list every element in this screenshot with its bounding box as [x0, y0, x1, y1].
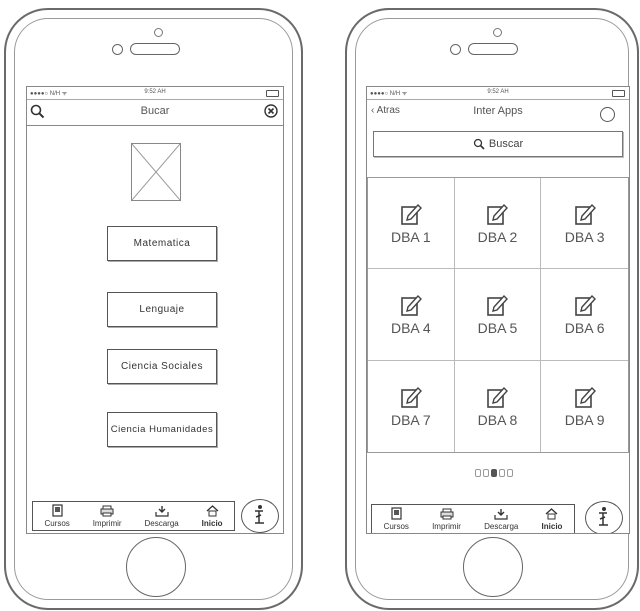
edit-document-icon	[401, 203, 422, 225]
sensor	[493, 28, 502, 37]
home-hardware-button[interactable]	[463, 537, 523, 597]
tab-label: Inicio	[541, 522, 563, 531]
grid-item-label: DBA 9	[564, 411, 605, 428]
tab-label: Descarga	[484, 522, 519, 531]
page-dot	[483, 469, 489, 477]
camera	[112, 44, 123, 55]
tab-label: Descarga	[144, 519, 179, 528]
speaker	[468, 43, 518, 55]
status-bar: ●●●●○ N/H ᯤ 9:52 AH	[367, 87, 629, 100]
grid-item-label: DBA 5	[477, 319, 518, 336]
grid-item-label: DBA 3	[564, 228, 605, 245]
home-icon	[546, 508, 558, 520]
grid-item-dba-8[interactable]: DBA 8	[455, 360, 542, 452]
page-title: Inter Apps	[473, 105, 523, 117]
tab-imprimir[interactable]: Imprimir	[432, 508, 461, 533]
tab-cursos[interactable]: Cursos	[44, 504, 70, 530]
page-dot	[475, 469, 481, 477]
edit-document-icon	[487, 294, 509, 316]
tab-inicio[interactable]: Inicio	[202, 505, 223, 530]
grid-item-label: DBA 6	[564, 319, 605, 336]
info-icon	[255, 505, 264, 524]
search-icon	[473, 138, 485, 150]
printer-icon	[440, 508, 454, 520]
edit-document-icon	[401, 294, 422, 316]
sensor	[154, 28, 163, 37]
battery-icon	[266, 90, 279, 97]
search-nav: Bucar	[27, 101, 283, 123]
grid-item-dba-9[interactable]: DBA 9	[541, 361, 628, 452]
book-icon	[391, 507, 402, 520]
close-icon[interactable]	[264, 104, 278, 118]
nav-bar: ‹ Atras Inter Apps	[367, 101, 629, 123]
grid-item-dba-4[interactable]: DBA 4	[368, 269, 455, 361]
camera	[450, 44, 461, 55]
home-hardware-button[interactable]	[126, 537, 186, 597]
tab-label: Inicio	[201, 519, 223, 528]
search-label: Buscar	[488, 138, 524, 150]
grid-item-dba-1[interactable]: DBA 1	[368, 178, 455, 270]
download-icon	[155, 506, 169, 517]
tab-descarga[interactable]: Descarga	[145, 505, 179, 530]
battery-icon	[612, 90, 625, 97]
download-icon	[494, 509, 508, 520]
course-button-ciencia-sociales[interactable]: Ciencia Sociales	[107, 349, 217, 384]
app-grid: DBA 1 DBA 2 DBA 3 DBA 4 DBA 5 DBA 6 DBA …	[367, 177, 629, 453]
edit-document-icon	[487, 203, 509, 225]
home-icon	[206, 505, 219, 517]
grid-item-label: DBA 2	[477, 228, 518, 245]
status-time: 9:52 AH	[144, 89, 166, 95]
edit-document-icon	[574, 294, 596, 316]
grid-item-label: DBA 1	[390, 228, 431, 245]
grid-item-dba-6[interactable]: DBA 6	[541, 269, 628, 361]
info-icon	[599, 507, 608, 526]
printer-icon	[100, 505, 114, 517]
tab-label: Imprimir	[432, 522, 461, 531]
phone-left: ●●●●○ N/H ᯤ 9:52 AH Bucar Matematica Len…	[4, 8, 303, 610]
tab-imprimir[interactable]: Imprimir	[93, 505, 122, 530]
edit-document-icon	[574, 386, 596, 408]
grid-item-label: DBA 4	[390, 319, 431, 336]
page-title: Bucar	[140, 105, 170, 117]
grid-item-label: DBA 7	[390, 411, 431, 428]
tab-bar: Cursos Imprimir Descarga Inicio	[371, 504, 575, 533]
page-dot	[507, 469, 513, 477]
speaker	[130, 43, 180, 55]
status-time: 9:52 AH	[487, 89, 509, 95]
edit-document-icon	[487, 386, 509, 408]
grid-item-dba-5[interactable]: DBA 5	[454, 269, 542, 361]
tab-inicio[interactable]: Inicio	[541, 508, 563, 533]
grid-item-dba-7[interactable]: DBA 7	[368, 360, 455, 452]
page-dot-active	[491, 469, 497, 477]
grid-item-dba-2[interactable]: DBA 2	[454, 178, 542, 270]
grid-item-label: DBA 8	[477, 411, 518, 428]
info-button[interactable]	[241, 499, 279, 533]
book-icon	[52, 504, 63, 517]
course-button-ciencia-humanidades[interactable]: Ciencia Humanidades	[107, 412, 217, 447]
status-bar: ●●●●○ N/H ᯤ 9:52 AH	[27, 87, 283, 100]
tab-label: Imprimir	[92, 519, 122, 528]
settings-circle-icon[interactable]	[600, 107, 615, 122]
search-bar[interactable]: Buscar	[373, 131, 623, 157]
tab-cursos[interactable]: Cursos	[384, 507, 409, 533]
course-button-lenguaje[interactable]: Lenguaje	[107, 292, 217, 327]
tab-label: Cursos	[383, 522, 409, 531]
course-button-matematica[interactable]: Matematica	[107, 226, 217, 261]
tab-label: Cursos	[44, 519, 70, 528]
tab-descarga[interactable]: Descarga	[484, 508, 518, 533]
edit-document-icon	[574, 203, 596, 225]
page-indicator[interactable]	[475, 469, 513, 477]
info-button[interactable]	[585, 501, 623, 533]
edit-document-icon	[401, 386, 422, 408]
tab-bar: Cursos Imprimir Descarga Inicio	[32, 501, 235, 531]
phone-right: ●●●●○ N/H ᯤ 9:52 AH ‹ Atras Inter Apps B…	[345, 8, 639, 610]
screen-left: ●●●●○ N/H ᯤ 9:52 AH Bucar Matematica Len…	[26, 86, 284, 534]
page-dot	[499, 469, 505, 477]
screen-right: ●●●●○ N/H ᯤ 9:52 AH ‹ Atras Inter Apps B…	[366, 86, 630, 534]
grid-item-dba-3[interactable]: DBA 3	[541, 178, 628, 270]
image-placeholder	[131, 143, 181, 201]
